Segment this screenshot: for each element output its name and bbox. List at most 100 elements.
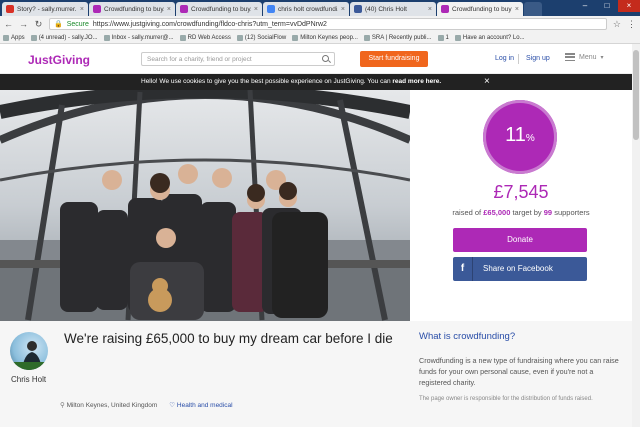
facebook-favicon-icon [354,5,362,13]
info-heading[interactable]: What is crowdfunding? [419,331,624,342]
bookmark-label: (12) SocialFlow [244,34,287,41]
socialflow-icon [236,34,243,41]
scrollbar-thumb[interactable] [633,50,639,140]
bookmark-item[interactable]: Inbox - sally.murrer@... [103,34,174,41]
avatar[interactable] [10,332,48,370]
bookmark-label: Milton Keynes peop... [300,34,358,41]
close-tab-icon[interactable]: × [341,6,345,13]
reload-icon[interactable]: ↻ [34,19,43,30]
start-fundraising-button[interactable]: Start fundraising [360,51,428,67]
bookmark-label: Apps [11,34,25,41]
bookmarks-bar: Apps (4 unread) - sally.JO... Inbox - sa… [0,32,640,44]
header-divider [518,54,519,64]
close-tab-icon[interactable]: × [167,6,171,13]
cookie-banner: Hello! We use cookies to give you the be… [0,74,632,90]
bookmark-label: SRA | Recently publi... [371,34,432,41]
bookmark-item[interactable]: Have an account? Lo... [454,34,525,41]
location-text: Milton Keynes, United Kingdom [66,402,158,409]
info-body: Crowdfunding is a new type of fundraisin… [419,356,619,388]
progress-percent: 11 [505,124,526,146]
bookmark-label: (4 unread) - sally.JO... [38,34,98,41]
new-tab-button[interactable] [524,2,542,16]
login-link[interactable]: Log in [495,55,514,62]
search-placeholder: Search for a charity, friend or project [147,56,252,63]
google-favicon-icon [267,5,275,13]
page-icon [454,34,461,41]
raised-summary: raised of £65,000 target by 99 supporter… [410,208,632,217]
menu-button[interactable]: Menu ▾ [565,53,604,61]
crowdfunding-info: What is crowdfunding? Crowdfunding is a … [419,331,624,405]
browser-tab[interactable]: (40) Chris Holt × [350,2,436,16]
campaign-photo [0,90,410,321]
page-icon [437,34,444,41]
window-controls: – □ × [574,0,640,12]
tab-title: Crowdfunding to buy... [104,5,164,13]
close-tab-icon[interactable]: × [515,6,519,13]
signup-link[interactable]: Sign up [526,55,550,62]
close-tab-icon[interactable]: × [80,6,84,13]
window-close-icon[interactable]: × [618,0,640,12]
share-facebook-button[interactable]: f Share on Facebook [453,257,587,281]
bookmark-label: Have an account? Lo... [462,34,525,41]
bookmark-item[interactable]: RD Web Access [179,34,231,41]
campaign-meta: ⚲ Milton Keynes, United Kingdom ♡ Health… [60,401,233,409]
justgiving-favicon-icon [180,5,188,13]
search-input[interactable]: Search for a charity, friend or project [141,52,335,66]
amount-raised: £7,545 [493,182,549,202]
url-field[interactable]: 🔒 Secure https://www.justgiving.com/crow… [49,18,607,30]
bookmark-item[interactable]: SRA | Recently publi... [363,34,432,41]
bookmark-item[interactable]: (12) SocialFlow [236,34,287,41]
secure-label: Secure [66,20,89,28]
address-bar: ← → ↻ 🔒 Secure https://www.justgiving.co… [0,16,640,32]
bookmark-item[interactable]: (4 unread) - sally.JO... [30,34,98,41]
close-tab-icon[interactable]: × [428,6,432,13]
justgiving-favicon-icon [441,5,449,13]
maximize-icon[interactable]: □ [596,0,618,12]
location-pin-icon: ⚲ [60,402,65,409]
bookmark-item[interactable]: 1 [437,34,449,41]
page-scrollbar[interactable] [632,44,640,427]
campaign-details: Chris Holt We're raising £65,000 to buy … [0,321,632,427]
browser-tab[interactable]: Crowdfunding to buy... × [176,2,262,16]
cookie-text: Hello! We use cookies to give you the be… [141,78,391,85]
campaign-summary-card: 11% £7,545 raised of £65,000 target by 9… [410,90,632,321]
browser-tab[interactable]: Story? - sally.murrer... × [2,2,88,16]
tab-title: Story? - sally.murrer... [17,5,77,13]
cookie-read-more-link[interactable]: read more here. [392,78,441,85]
browser-tab-strip: Story? - sally.murrer... × Crowdfunding t… [0,0,640,16]
heart-icon: ♡ [169,402,176,409]
mail-icon [103,34,110,41]
cookie-close-icon[interactable]: × [484,76,490,87]
forward-icon[interactable]: → [19,19,28,29]
bookmark-star-icon[interactable]: ☆ [613,19,621,30]
browser-tab[interactable]: chris holt crowdfundi... × [263,2,349,16]
close-tab-icon[interactable]: × [254,6,258,13]
page-icon [363,34,370,41]
hamburger-icon [565,53,575,61]
bookmark-item[interactable]: Milton Keynes peop... [292,34,358,41]
chevron-down-icon: ▾ [600,54,604,61]
tab-title: (40) Chris Holt [365,5,407,13]
category-link[interactable]: Health and medical [177,402,233,409]
percent-sign: % [525,133,535,144]
back-icon[interactable]: ← [4,19,13,29]
page-icon [179,34,186,41]
justgiving-logo[interactable]: JustGiving [28,53,90,67]
search-icon[interactable] [322,55,329,62]
target-by-label: target by [512,208,542,217]
url-text: https://www.justgiving.com/crowdfunding/… [92,20,327,28]
facebook-icon: f [453,257,473,281]
bookmark-item[interactable]: Apps [3,34,25,41]
minimize-icon[interactable]: – [574,0,596,12]
tab-title: Crowdfunding to buy [452,5,512,13]
page-title: We're raising £65,000 to buy my dream ca… [64,331,393,346]
browser-tab[interactable]: Crowdfunding to buy... × [89,2,175,16]
raised-of-label: raised of [452,208,482,217]
info-note: The page owner is responsible for the di… [419,396,593,403]
progress-circle: 11% [483,100,557,174]
browser-menu-icon[interactable]: ⋮ [627,19,636,30]
browser-tab-active[interactable]: Crowdfunding to buy × [437,2,523,16]
owner-name[interactable]: Chris Holt [11,375,46,384]
menu-label: Menu [579,53,597,61]
donate-button[interactable]: Donate [453,228,587,252]
